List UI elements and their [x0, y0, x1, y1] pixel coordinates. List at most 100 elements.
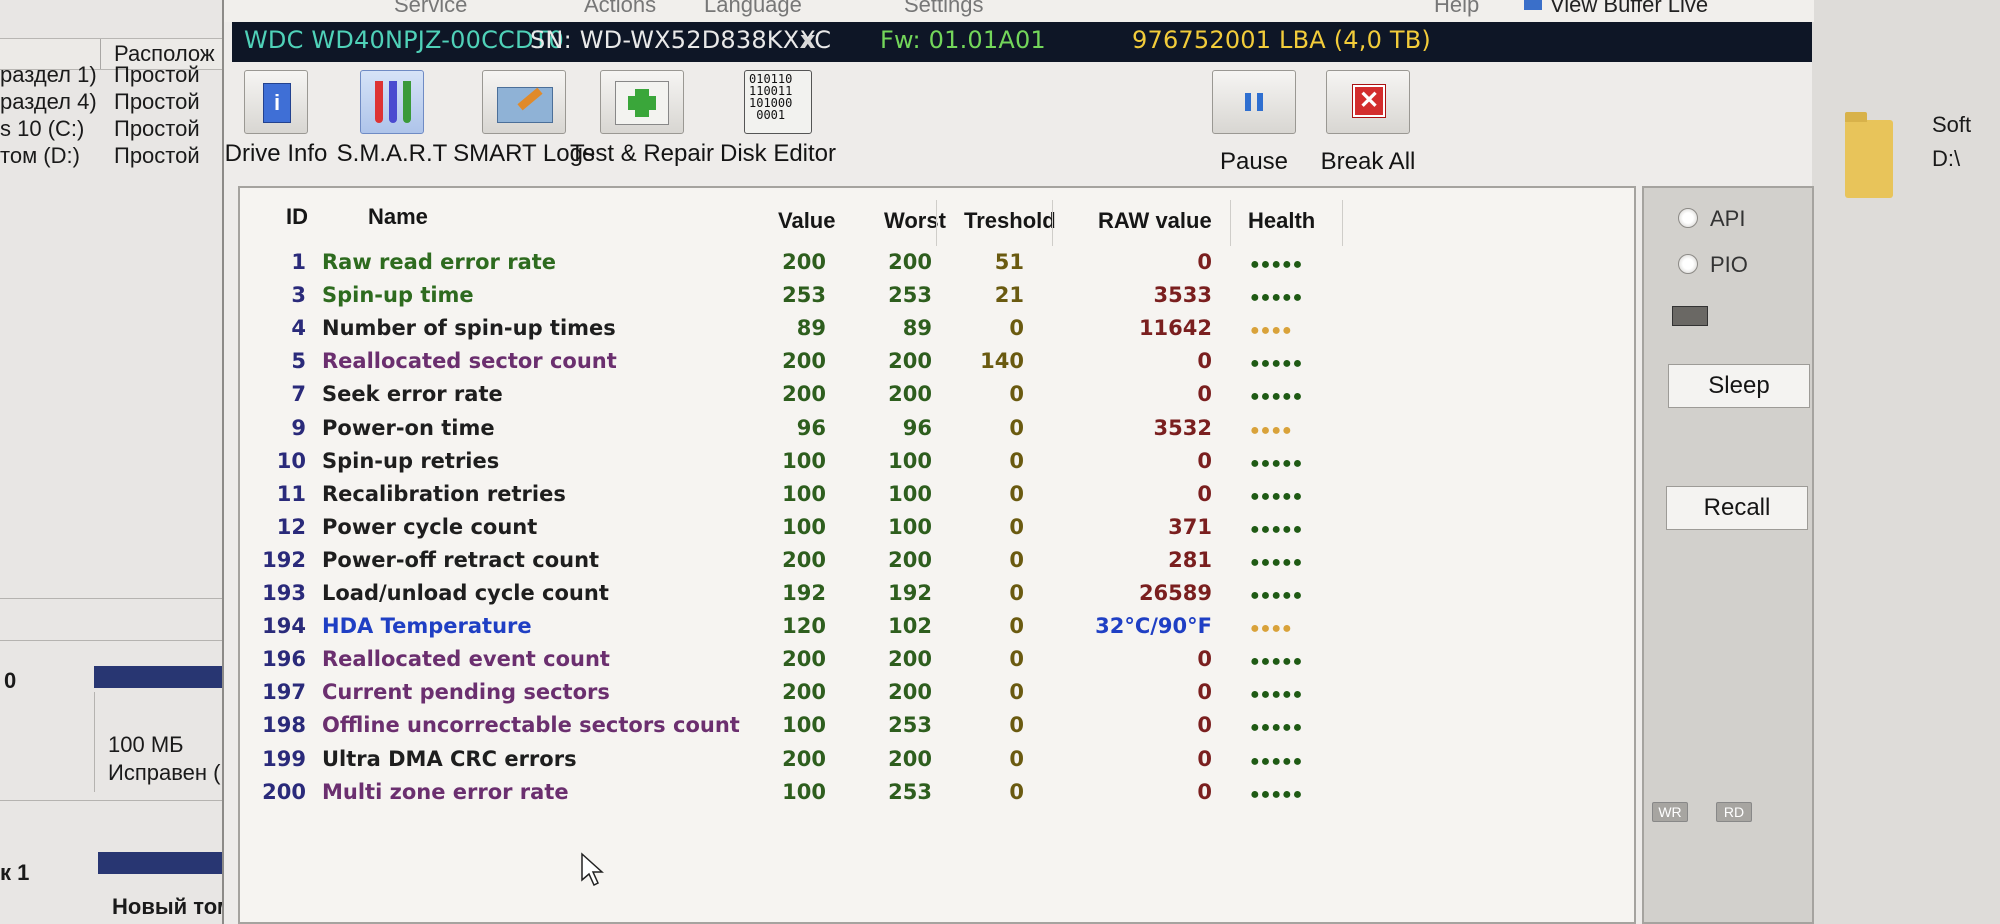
- binary-text: 010110 110011 101000 0001: [749, 72, 793, 122]
- cell-id: 3: [291, 283, 306, 308]
- sleep-button[interactable]: Sleep: [1668, 364, 1810, 408]
- header-health[interactable]: Health: [1248, 208, 1315, 234]
- cell-id: 4: [291, 316, 306, 341]
- health-dots-icon: ●●●●●: [1250, 256, 1304, 273]
- close-drive-icon[interactable]: x: [800, 26, 816, 54]
- cell-name: Reallocated event count: [322, 647, 610, 672]
- divider: [0, 640, 240, 641]
- table-row[interactable]: 194 HDA Temperature 120 102 0 32°C/90°F ●●●●: [240, 614, 1638, 640]
- header-value[interactable]: Value: [778, 208, 835, 234]
- recall-button[interactable]: Recall: [1666, 486, 1808, 530]
- table-row[interactable]: 200 Multi zone error rate 100 253 0 0 ●●●●●: [240, 780, 1638, 806]
- volume-row-name[interactable]: том (D:): [0, 143, 80, 169]
- table-row[interactable]: 192 Power-off retract count 200 200 0 281 ●●●●…: [240, 548, 1638, 574]
- cell-value: 100: [782, 481, 826, 506]
- folder-name[interactable]: Soft: [1932, 112, 1971, 138]
- table-row[interactable]: 193 Load/unload cycle count 192 192 0 26589 ●●…: [240, 581, 1638, 607]
- menu-language[interactable]: Language: [704, 0, 802, 18]
- wr-indicator: WR: [1652, 802, 1688, 822]
- cell-threshold: 140: [980, 349, 1024, 374]
- header-threshold[interactable]: Treshold: [964, 208, 1056, 234]
- cell-name: Power cycle count: [322, 514, 538, 539]
- table-row[interactable]: 197 Current pending sectors 200 200 0 0 ●●●●●: [240, 680, 1638, 706]
- divider: [94, 692, 95, 792]
- cell-threshold: 0: [1009, 680, 1024, 705]
- cell-raw: 0: [1197, 746, 1212, 771]
- break-all-label: Break All: [1320, 148, 1416, 175]
- drive-serial: SN: WD-WX52D838KXXC: [530, 26, 832, 54]
- cell-raw: 371: [1168, 514, 1212, 539]
- cell-worst: 100: [888, 514, 932, 539]
- cell-value: 100: [782, 779, 826, 804]
- partition-bar: [98, 852, 240, 874]
- health-dots-icon: ●●●●●: [1250, 454, 1304, 472]
- cell-id: 198: [262, 713, 306, 738]
- menu-settings[interactable]: Settings: [904, 0, 984, 18]
- cell-worst: 100: [888, 481, 932, 506]
- volume-row-name[interactable]: s 10 (C:): [0, 116, 84, 142]
- table-row[interactable]: 4 Number of spin-up times 89 89 0 11642 ●●●●: [240, 316, 1638, 342]
- break-all-button[interactable]: ✕ Break All: [1316, 70, 1420, 176]
- table-row[interactable]: 5 Reallocated sector count 200 200 140 0 ●●●●●: [240, 349, 1638, 375]
- menu-help[interactable]: Help: [1434, 0, 1479, 18]
- cell-value: 89: [796, 316, 826, 341]
- cell-name: Offline uncorrectable sectors count: [322, 713, 740, 738]
- folder-icon[interactable]: [1845, 112, 1893, 198]
- table-row[interactable]: 12 Power cycle count 100 100 0 371 ●●●●●: [240, 515, 1638, 541]
- health-dots-icon: ●●●●●: [1250, 653, 1304, 671]
- pio-label: PIO: [1710, 252, 1748, 277]
- cell-name: Power-off retract count: [322, 547, 600, 572]
- cell-raw: 281: [1168, 547, 1212, 572]
- table-row[interactable]: 199 Ultra DMA CRC errors 200 200 0 0 ●●●●●: [240, 747, 1638, 773]
- cell-raw: 3533: [1153, 283, 1212, 308]
- cell-name: Ultra DMA CRC errors: [322, 746, 577, 771]
- cell-name: Spin-up time: [322, 283, 474, 308]
- health-dots-icon: ●●●●: [1250, 620, 1293, 638]
- disk-editor-button[interactable]: 010110 110011 101000 0001 Disk Editor: [698, 70, 858, 168]
- stop-x-icon: ✕: [1326, 70, 1410, 134]
- cell-value: 200: [782, 680, 826, 705]
- volume-row-name[interactable]: раздел 1): [0, 62, 97, 88]
- pio-radio[interactable]: [1678, 254, 1698, 274]
- table-row[interactable]: 198 Offline uncorrectable sectors count 10…: [240, 713, 1638, 739]
- new-volume-label[interactable]: Новый том: [112, 894, 233, 920]
- cell-threshold: 51: [994, 250, 1024, 274]
- table-row[interactable]: 3 Spin-up time 253 253 21 3533 ●●●●●: [240, 283, 1638, 309]
- table-row[interactable]: 10 Spin-up retries 100 100 0 0 ●●●●●: [240, 449, 1638, 475]
- cell-value: 200: [782, 250, 826, 274]
- view-buffer-live[interactable]: View Buffer Live: [1550, 0, 1708, 18]
- volume-row-name[interactable]: раздел 4): [0, 89, 97, 115]
- cell-worst: 200: [888, 250, 932, 274]
- table-row[interactable]: 196 Reallocated event count 200 200 0 0 ●●●●●: [240, 647, 1638, 673]
- api-radio[interactable]: [1678, 208, 1698, 228]
- column-separator: [936, 200, 937, 246]
- menu-service[interactable]: Service: [394, 0, 467, 18]
- cell-raw: 26589: [1138, 581, 1212, 605]
- test-tubes-icon: [360, 70, 424, 134]
- cell-raw: 3532: [1153, 415, 1212, 440]
- cell-worst: 192: [888, 581, 932, 605]
- cell-id: 193: [262, 581, 306, 605]
- cell-raw: 0: [1197, 779, 1212, 804]
- cell-id: 12: [276, 514, 306, 539]
- header-name[interactable]: Name: [368, 204, 428, 230]
- health-dots-icon: ●●●●●: [1250, 752, 1304, 770]
- cell-worst: 253: [888, 283, 932, 308]
- column-separator: [1342, 200, 1343, 246]
- cell-threshold: 0: [1009, 547, 1024, 572]
- mouse-cursor-icon: [581, 852, 604, 887]
- cell-worst: 200: [888, 547, 932, 572]
- table-row[interactable]: 9 Power-on time 96 96 0 3532 ●●●●: [240, 416, 1638, 442]
- table-row[interactable]: 7 Seek error rate 200 200 0 0 ●●●●●: [240, 382, 1638, 408]
- table-row[interactable]: 1 Raw read error rate 200 200 51 0 ●●●●●: [240, 250, 1638, 276]
- header-raw[interactable]: RAW value: [1098, 208, 1212, 234]
- header-id[interactable]: ID: [286, 204, 308, 230]
- menu-actions[interactable]: Actions: [584, 0, 656, 18]
- table-row[interactable]: 11 Recalibration retries 100 100 0 0 ●●●●●: [240, 482, 1638, 508]
- cell-worst: 200: [888, 746, 932, 771]
- cell-id: 196: [262, 647, 306, 672]
- pause-button[interactable]: Pause: [1204, 70, 1304, 176]
- toolbar: i Drive Info S.M.A.R.T SMART Logs Test &…: [224, 64, 1814, 184]
- divider: [0, 598, 240, 599]
- cell-threshold: 21: [994, 283, 1024, 308]
